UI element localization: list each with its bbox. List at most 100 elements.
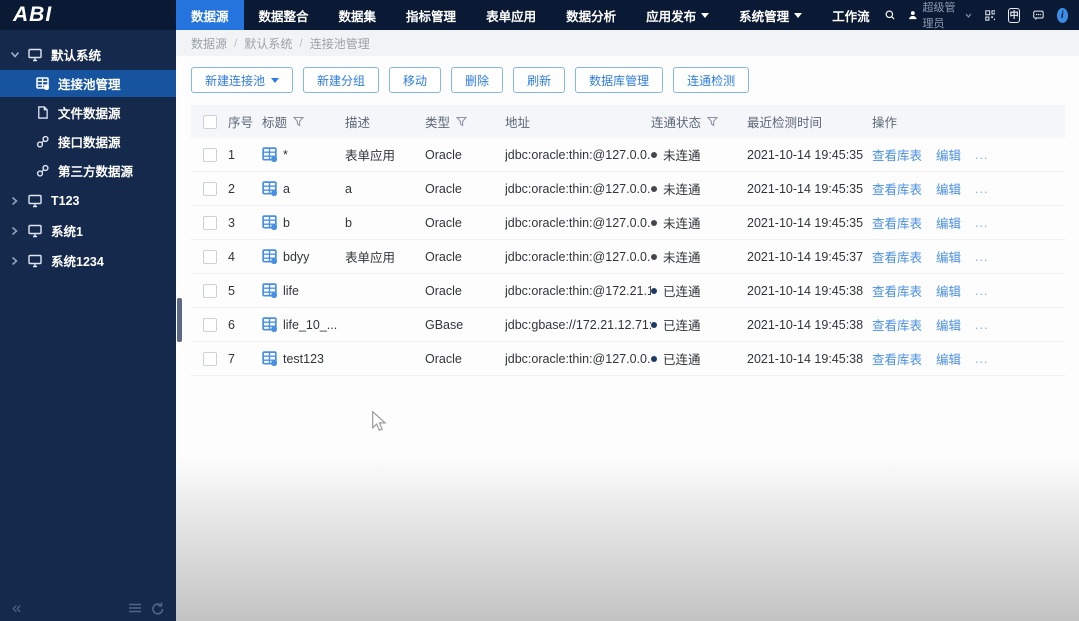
table-row: 6 life_10_... GBase jdbc:gbase://172.21.… [191, 308, 1065, 342]
row-checkbox[interactable] [202, 317, 217, 332]
chevron-right-icon [11, 196, 18, 205]
top-bar: ABI 数据源 数据整合 数据集 指标管理 表单应用 数据分析 应用发布 系统管… [0, 0, 1079, 30]
edit-link[interactable]: 编辑 [936, 213, 961, 232]
message-icon[interactable] [1033, 8, 1044, 23]
row-checkbox[interactable] [202, 283, 217, 298]
row-checkbox[interactable] [202, 249, 217, 264]
filter-icon[interactable] [293, 116, 304, 127]
edit-link[interactable]: 编辑 [936, 145, 961, 164]
user-name: 超级管理员 [922, 2, 956, 30]
filter-icon[interactable] [707, 116, 718, 127]
top-bar-actions: 超级管理员 中 i [885, 0, 1079, 31]
pool-title[interactable]: * [283, 148, 288, 162]
select-all-checkbox[interactable] [202, 114, 217, 129]
sidebar-item-t123[interactable]: T123 [0, 187, 176, 214]
delete-button[interactable]: 删除 [451, 67, 504, 93]
nav-item-app-publish[interactable]: 应用发布 [631, 0, 724, 30]
pool-title[interactable]: b [283, 216, 290, 230]
sidebar-item-file-datasource[interactable]: 文件数据源 [0, 99, 176, 126]
nav-item-data-analysis[interactable]: 数据分析 [551, 0, 631, 30]
pool-title[interactable]: life [283, 284, 299, 298]
edit-link[interactable]: 编辑 [936, 281, 961, 300]
connectivity-check-button[interactable]: 连通检测 [673, 67, 750, 93]
top-navigation: 数据源 数据整合 数据集 指标管理 表单应用 数据分析 应用发布 系统管理 工作… [176, 0, 885, 30]
monitor-icon [28, 254, 42, 267]
column-actions: 操作 [872, 116, 898, 130]
pool-title[interactable]: test123 [283, 352, 324, 366]
database-table-icon [262, 351, 277, 366]
more-actions-link[interactable]: ... [975, 182, 988, 196]
sidebar-footer: « [0, 599, 176, 616]
view-tables-link[interactable]: 查看库表 [872, 179, 922, 198]
view-tables-link[interactable]: 查看库表 [872, 281, 922, 300]
edit-link[interactable]: 编辑 [936, 349, 961, 368]
sidebar-item-system1[interactable]: 系统1 [0, 217, 176, 244]
more-actions-link[interactable]: ... [975, 284, 988, 298]
row-checkbox[interactable] [202, 147, 217, 162]
refresh-button[interactable]: 刷新 [513, 67, 566, 93]
filter-icon[interactable] [456, 116, 467, 127]
qr-code-icon[interactable] [984, 8, 996, 23]
status-dot [651, 185, 657, 192]
column-address: 地址 [505, 116, 531, 130]
refresh-icon[interactable] [151, 601, 164, 615]
sidebar-item-system1234[interactable]: 系统1234 [0, 247, 176, 274]
nav-item-dataset[interactable]: 数据集 [324, 0, 392, 30]
sidebar: 默认系统 连接池管理 文件数据源 接口数据源 第三方数据源 T123 系统1 系… [0, 30, 176, 621]
sidebar-item-thirdparty-datasource[interactable]: 第三方数据源 [0, 157, 176, 184]
collapse-sidebar-button[interactable]: « [12, 599, 21, 616]
more-actions-link[interactable]: ... [975, 148, 988, 162]
new-group-button[interactable]: 新建分组 [303, 67, 380, 93]
column-checked-time: 最近检测时间 [747, 116, 823, 130]
edit-link[interactable]: 编辑 [936, 315, 961, 334]
language-icon[interactable]: 中 [1008, 7, 1020, 23]
database-management-button[interactable]: 数据库管理 [575, 67, 664, 93]
table-row: 3 b b Oracle jdbc:oracle:thin:@127.0.0.1… [191, 206, 1065, 240]
status-text: 未连通 [663, 183, 701, 197]
nav-item-data-integration[interactable]: 数据整合 [244, 0, 324, 30]
edit-link[interactable]: 编辑 [936, 179, 961, 198]
info-icon[interactable]: i [1056, 7, 1068, 23]
nav-item-metric-management[interactable]: 指标管理 [391, 0, 471, 30]
move-button[interactable]: 移动 [389, 67, 442, 93]
view-tables-link[interactable]: 查看库表 [872, 349, 922, 368]
sidebar-item-default-system[interactable]: 默认系统 [0, 41, 176, 68]
breadcrumb-default-system[interactable]: 默认系统 [244, 35, 292, 52]
pool-title[interactable]: a [283, 182, 290, 196]
more-actions-link[interactable]: ... [975, 352, 988, 366]
edit-link[interactable]: 编辑 [936, 247, 961, 266]
view-tables-link[interactable]: 查看库表 [872, 247, 922, 266]
menu-icon[interactable] [128, 602, 142, 614]
user-menu[interactable]: 超级管理员 [908, 0, 972, 31]
app-window: ABI 数据源 数据整合 数据集 指标管理 表单应用 数据分析 应用发布 系统管… [0, 0, 1079, 621]
chevron-right-icon [11, 226, 18, 235]
view-tables-link[interactable]: 查看库表 [872, 315, 922, 334]
table-row: 1 * 表单应用 Oracle jdbc:oracle:thin:@127.0.… [191, 138, 1065, 172]
view-tables-link[interactable]: 查看库表 [872, 213, 922, 232]
sidebar-item-api-datasource[interactable]: 接口数据源 [0, 128, 176, 155]
pool-title[interactable]: life_10_... [283, 318, 337, 332]
breadcrumb-data-source[interactable]: 数据源 [191, 35, 227, 52]
connection-pool-table: 序号 标题 描述 类型 地址 连通状态 最近检测时间 操作 1 * 表单应用 O… [191, 105, 1065, 376]
breadcrumb-connection-pool[interactable]: 连接池管理 [310, 35, 370, 52]
main-content: 数据源 / 默认系统 / 连接池管理 新建连接池 新建分组 移动 删除 刷新 数… [176, 30, 1079, 621]
scrollbar-thumb[interactable] [177, 298, 182, 342]
nav-item-form-application[interactable]: 表单应用 [471, 0, 551, 30]
new-connection-pool-button[interactable]: 新建连接池 [191, 67, 294, 93]
nav-item-workflow[interactable]: 工作流 [817, 0, 885, 30]
pool-title[interactable]: bdyy [283, 250, 309, 264]
row-checkbox[interactable] [202, 215, 217, 230]
more-actions-link[interactable]: ... [975, 216, 988, 230]
status-text: 未连通 [663, 217, 701, 231]
nav-item-system-management[interactable]: 系统管理 [724, 0, 817, 30]
more-actions-link[interactable]: ... [975, 318, 988, 332]
nav-item-data-source[interactable]: 数据源 [176, 0, 244, 30]
table-row: 5 life Oracle jdbc:oracle:thin:@172.21.1… [191, 274, 1065, 308]
status-dot [651, 253, 657, 260]
view-tables-link[interactable]: 查看库表 [872, 145, 922, 164]
sidebar-item-connection-pool[interactable]: 连接池管理 [0, 70, 176, 97]
row-checkbox[interactable] [202, 181, 217, 196]
more-actions-link[interactable]: ... [975, 250, 988, 264]
search-icon[interactable] [885, 8, 895, 22]
row-checkbox[interactable] [202, 351, 217, 366]
